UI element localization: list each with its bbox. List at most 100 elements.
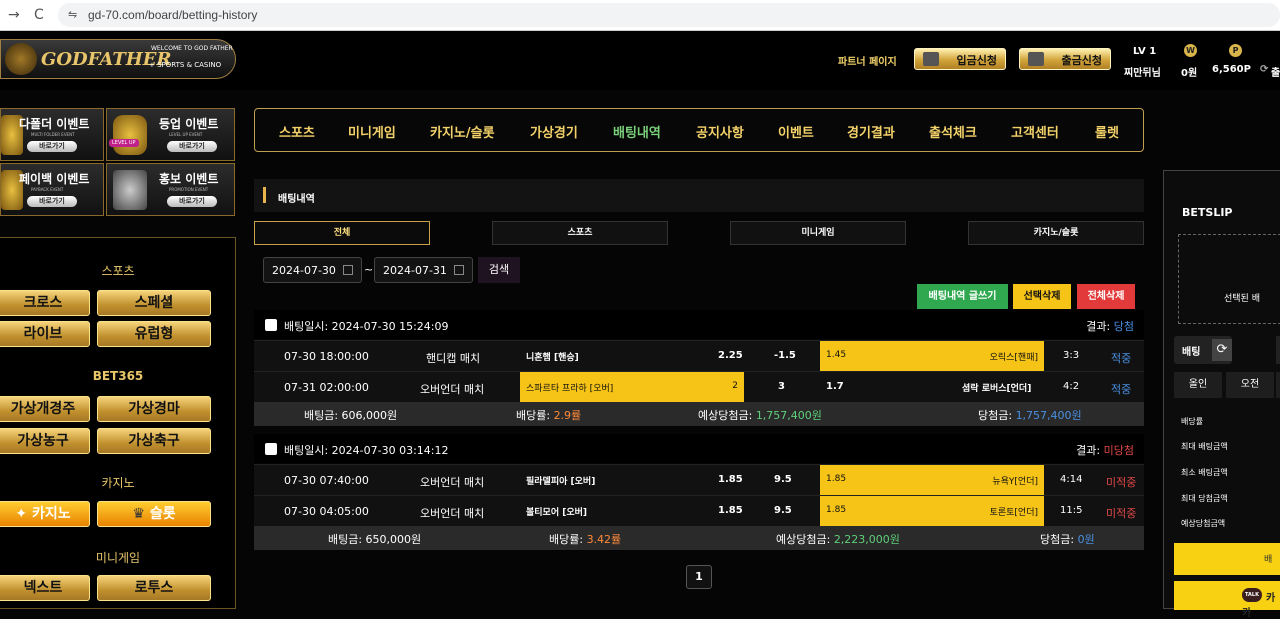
banner-title: 페이백 이벤트	[19, 172, 90, 186]
points-refresh-icon[interactable]: ⟳	[1260, 64, 1268, 75]
write-betting-history-button[interactable]: 배팅내역 글쓰기	[917, 284, 1008, 309]
all-in-button[interactable]: 올인	[1174, 372, 1222, 398]
delete-all-button[interactable]: 전체삭제	[1077, 284, 1135, 309]
bet-select-checkbox[interactable]	[265, 443, 277, 455]
deposit-icon	[923, 52, 939, 66]
banner-sub: PAYBACK EVENT	[31, 187, 64, 192]
withdraw-button[interactable]: 출금신청	[1019, 48, 1111, 70]
nav-notice[interactable]: 공지사항	[696, 122, 744, 141]
menu-special[interactable]: 스페셜	[97, 290, 211, 316]
calendar-icon[interactable]	[343, 265, 353, 275]
selected-home-pick[interactable]: 스파르타 프라하 [오버] 2	[520, 372, 744, 402]
pagination-page-1[interactable]: 1	[686, 565, 712, 589]
betslip-extra-control[interactable]	[1276, 336, 1280, 364]
search-button[interactable]: 검색	[478, 257, 520, 283]
place-bet-label: 배	[1264, 555, 1273, 565]
kakao-talk-button[interactable]: TALK 카카	[1174, 581, 1280, 619]
nav-roulette[interactable]: 룰렛	[1095, 122, 1119, 141]
reload-icon[interactable]: C	[34, 7, 44, 23]
calendar-icon[interactable]	[454, 265, 464, 275]
banner-go-button[interactable]: 바로가기	[27, 141, 77, 152]
menu-lotus[interactable]: 로투스	[97, 575, 211, 601]
date-from-input[interactable]: 2024-07-30	[263, 257, 362, 283]
place-bet-button[interactable]: 배	[1174, 543, 1280, 575]
selected-away-pick[interactable]: 1.85 토론토[언더]	[820, 496, 1044, 526]
menu-virtual-horse[interactable]: 가상경마	[97, 396, 211, 422]
expected-win: 예상당첨금: 2,223,000원	[776, 531, 900, 547]
date-to-input[interactable]: 2024-07-31	[374, 257, 473, 283]
nav-sports[interactable]: 스포츠	[279, 122, 315, 141]
menu-euro[interactable]: 유럽형	[97, 321, 211, 347]
menu-virtual-dog-race[interactable]: 가상개경주	[0, 396, 90, 422]
banner-levelup-event[interactable]: LEVEL UP 등업 이벤트 LEVEL UP EVENT 바로가기	[106, 108, 235, 161]
away-team: 오릭스[핸패]	[989, 353, 1038, 363]
home-pick: 니혼햄 [핸승]	[526, 353, 579, 363]
banner-promotion-event[interactable]: 홍보 이벤트 PROMOTION EVENT 바로가기	[106, 163, 235, 216]
menu-cross[interactable]: 크로스	[0, 290, 90, 316]
site-info-icon[interactable]: ⇋	[68, 8, 77, 21]
nav-attendance[interactable]: 출석체크	[929, 122, 977, 141]
bet-button[interactable]: 배팅 ⟳	[1174, 336, 1232, 364]
banner-multifolder-event[interactable]: 다폴더 이벤트 MULTI FOLDER EVENT 바로가기	[0, 108, 104, 161]
am-button[interactable]: 오전	[1226, 372, 1274, 398]
bet-select-checkbox[interactable]	[265, 319, 277, 331]
nav-minigame[interactable]: 미니게임	[348, 122, 396, 141]
logo-crest-icon	[5, 43, 37, 75]
refresh-icon[interactable]: ⟳	[1212, 339, 1232, 361]
expected-label: 예상당첨금:	[698, 409, 756, 422]
banner-payback-event[interactable]: 페이백 이벤트 PAYBACK EVENT 바로가기	[0, 163, 104, 216]
selected-away-pick[interactable]: 1.85 뉴욕Y[언더]	[820, 465, 1044, 495]
nav-virtual[interactable]: 가상경기	[530, 122, 578, 141]
menu-next[interactable]: 넥스트	[0, 575, 90, 601]
total-line: 9.5	[774, 474, 792, 485]
score: 4:14	[1060, 474, 1083, 485]
banner-go-button[interactable]: 바로가기	[167, 141, 217, 152]
betslip-more-button[interactable]	[1276, 372, 1280, 398]
menu-slot[interactable]: ♛ 슬롯	[97, 501, 211, 527]
total-line: 3	[778, 381, 785, 392]
score: 4:2	[1063, 381, 1080, 392]
menu-virtual-basketball[interactable]: 가상농구	[0, 428, 90, 454]
nav-results[interactable]: 경기결과	[847, 122, 895, 141]
nav-event[interactable]: 이벤트	[778, 122, 814, 141]
site-logo[interactable]: GODFATHER WELCOME TO GOD FATHER + SPORTS…	[0, 39, 236, 79]
delete-selected-button[interactable]: 선택삭제	[1013, 284, 1071, 309]
odds-value: 3.42률	[586, 533, 622, 546]
nav-customer-center[interactable]: 고객센터	[1011, 122, 1059, 141]
nav-betting-history[interactable]: 배팅내역	[613, 122, 661, 141]
banner-sub: LEVEL UP EVENT	[169, 132, 203, 137]
banner-sub: PROMOTION EVENT	[169, 187, 209, 192]
handicap-line: -1.5	[774, 350, 796, 361]
banner-go-button[interactable]: 바로가기	[27, 196, 77, 207]
tab-minigame[interactable]: 미니게임	[730, 221, 906, 245]
tab-sports[interactable]: 스포츠	[492, 221, 668, 245]
selected-away-pick[interactable]: 1.45 오릭스[핸패]	[820, 341, 1044, 371]
address-bar[interactable]: ⇋ gd-70.com/board/betting-history	[58, 3, 1280, 27]
url-text: gd-70.com/board/betting-history	[88, 8, 258, 22]
betslip-title: BETSLIP	[1182, 206, 1233, 219]
home-odds: 1.85	[718, 474, 743, 485]
back-icon[interactable]: →	[8, 7, 20, 23]
expected-win-row: 예상당첨금액	[1181, 519, 1226, 528]
partner-page-link[interactable]: 파트너 페이지	[838, 53, 897, 68]
win-amount: 당첨금: 1,757,400원	[978, 407, 1082, 423]
away-odds: 1.85	[826, 474, 847, 484]
home-pick: 볼티모어 [오버]	[526, 508, 588, 518]
nav-casino-slot[interactable]: 카지노/슬롯	[430, 122, 495, 141]
banner-title: 다폴더 이벤트	[19, 117, 90, 131]
deposit-button[interactable]: 입금신청	[914, 48, 1006, 70]
menu-live[interactable]: 라이브	[0, 321, 90, 347]
banner-go-button[interactable]: 바로가기	[167, 196, 217, 207]
tab-all[interactable]: 전체	[254, 221, 430, 245]
banner-title: 등업 이벤트	[159, 117, 219, 131]
max-win-row: 최대 당첨금액	[1181, 494, 1228, 503]
page-title-bar: 배팅내역	[254, 179, 1144, 212]
menu-casino[interactable]: ✦ 카지노	[0, 501, 90, 527]
tab-casino-slot[interactable]: 카지노/슬롯	[968, 221, 1144, 245]
menu-virtual-soccer[interactable]: 가상축구	[97, 428, 211, 454]
deposit-label: 입금신청	[956, 54, 997, 67]
result-value: 당첨	[1113, 320, 1134, 333]
away-pick: 셤락 로버스[언더]	[962, 384, 1032, 394]
won-label: 당첨금:	[1040, 533, 1078, 546]
betslip-panel: BETSLIP 선택된 배 배팅 ⟳ 올인 오전 배당률 최대 배팅금액 최소 …	[1163, 170, 1280, 619]
